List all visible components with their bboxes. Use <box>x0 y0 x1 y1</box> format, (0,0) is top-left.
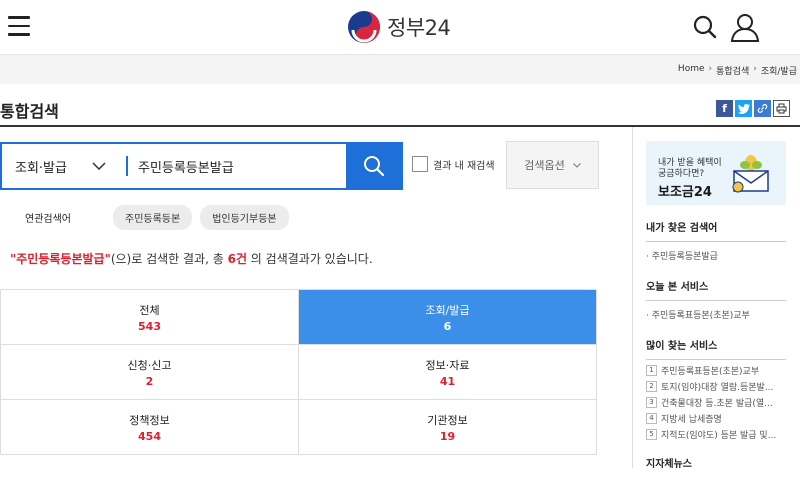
facebook-icon[interactable]: f <box>716 100 733 117</box>
summary-text: (으)로 검색한 결과, 총 <box>110 252 228 266</box>
category-count: 543 <box>138 319 161 333</box>
rank-badge: 3 <box>646 397 657 408</box>
category-name: 조회/발급 <box>425 303 470 317</box>
banner-title: 보조금24 <box>658 185 712 200</box>
category-count: 2 <box>145 374 154 388</box>
recheck-checkbox[interactable]: 결과 내 재검색 <box>412 156 495 172</box>
popular-service-item[interactable]: 1 주민등록표등본(초본)교부 <box>646 364 786 377</box>
share-buttons: f <box>716 100 790 117</box>
gift-envelope-icon <box>732 155 769 193</box>
popular-service-item[interactable]: 4 지방세 납세증명 <box>646 412 786 425</box>
category-application[interactable]: 신청·신고 2 <box>0 345 298 399</box>
breadcrumb-current[interactable]: 조회/발급 <box>761 64 797 77</box>
rank-badge: 4 <box>646 413 657 424</box>
popular-service-text: 토지(임야)대장 열람.등본발... <box>661 383 774 393</box>
breadcrumb-separator-icon: › <box>753 64 757 74</box>
chevron-down-icon <box>92 162 106 170</box>
category-count: 19 <box>439 429 456 443</box>
category-count: 41 <box>439 374 456 388</box>
breadcrumb: Home › 통합검색 › 조회/발급 <box>678 64 797 77</box>
breadcrumb-bar: Home › 통합검색 › 조회/발급 <box>0 54 800 84</box>
category-all[interactable]: 전체 543 <box>0 290 298 344</box>
logo-text: 정부24 <box>387 16 451 40</box>
popular-service-text: 주민등록표등본(초본)교부 <box>661 367 760 377</box>
recheck-label: 결과 내 재검색 <box>433 160 495 172</box>
summary-text: 의 검색결과가 있습니다. <box>246 252 373 266</box>
summary-query: "주민등록등본발급" <box>10 252 111 266</box>
search-icon[interactable] <box>693 15 717 39</box>
search-divider <box>126 156 128 176</box>
category-info-data[interactable]: 정보·자료 41 <box>298 345 597 399</box>
popular-service-text: 건축물대장 등.초본 발급(열... <box>661 399 773 409</box>
related-chip[interactable]: 주민등록등본 <box>113 205 193 230</box>
search-scope-select[interactable]: 조회·발급 <box>2 144 122 188</box>
related-searches: 연관검색어 주민등록등본 법인등기부등본 <box>25 205 297 230</box>
search-input[interactable]: 주민등록등본발급 <box>138 157 234 176</box>
search-options-label: 검색옵션 <box>524 159 565 172</box>
related-chip[interactable]: 법인등기부등본 <box>200 205 289 230</box>
category-grid: 전체 543 조회/발급 6 신청·신고 2 정보·자료 41 정책정보 454 <box>0 289 597 455</box>
popular-service-text: 지적도(임야도) 등본 발급 및... <box>661 431 777 441</box>
breadcrumb-home[interactable]: Home <box>678 64 705 77</box>
sidebar-divider <box>632 127 633 468</box>
category-policy[interactable]: 정책정보 454 <box>0 400 298 454</box>
search-icon <box>363 156 384 177</box>
chevron-down-icon <box>572 162 581 168</box>
popular-services-list: 1 주민등록표등본(초본)교부 2 토지(임야)대장 열람.등본발... 3 건… <box>646 364 786 441</box>
result-summary: "주민등록등본발급"(으)로 검색한 결과, 총 6건 의 검색결과가 있습니다… <box>10 250 373 267</box>
main-content: 조회·발급 주민등록등본발급 결과 내 재검색 검색옵션 연관검색어 주민등록등… <box>0 127 632 468</box>
category-count: 6 <box>443 319 452 333</box>
search-scope-value: 조회·발급 <box>15 160 67 176</box>
summary-count: 6건 <box>227 252 247 266</box>
category-row: 신청·신고 2 정보·자료 41 <box>0 345 597 400</box>
subsidy-banner[interactable]: 내가 받을 혜택이 궁금하다면? 보조금24 <box>646 141 786 205</box>
print-icon[interactable] <box>773 100 790 117</box>
taegeuk-logo-icon <box>348 11 380 43</box>
category-row: 전체 543 조회/발급 6 <box>0 290 597 345</box>
menu-icon[interactable] <box>8 16 30 36</box>
sidebar: 내가 받을 혜택이 궁금하다면? 보조금24 내가 찾은 검색어 · 주민등록등… <box>646 141 786 477</box>
rank-badge: 1 <box>646 365 657 376</box>
page-title: 통합검색 <box>0 102 59 121</box>
related-label: 연관검색어 <box>25 214 71 225</box>
category-inquiry-issue[interactable]: 조회/발급 6 <box>298 290 597 344</box>
local-news-title: 지자체뉴스 <box>646 459 692 470</box>
my-search-title: 내가 찾은 검색어 <box>646 219 786 242</box>
today-viewed-title: 오늘 본 서비스 <box>646 278 786 301</box>
rank-badge: 5 <box>646 429 657 440</box>
top-bar: 정부24 <box>0 0 800 54</box>
category-row: 정책정보 454 기관정보 19 <box>0 400 597 455</box>
user-icon[interactable] <box>730 12 760 42</box>
category-name: 정보·자료 <box>425 358 470 372</box>
breadcrumb-search[interactable]: 통합검색 <box>716 64 749 77</box>
popular-service-item[interactable]: 2 토지(임야)대장 열람.등본발... <box>646 380 786 393</box>
my-search-item[interactable]: · 주민등록등본발급 <box>646 249 786 262</box>
logo[interactable]: 정부24 <box>347 10 451 44</box>
category-name: 기관정보 <box>427 413 468 427</box>
twitter-icon[interactable] <box>735 100 752 117</box>
breadcrumb-separator-icon: › <box>708 64 713 74</box>
search-button[interactable] <box>346 144 401 188</box>
category-agency[interactable]: 기관정보 19 <box>298 400 597 454</box>
today-viewed-item[interactable]: · 주민등록표등본(초본)교부 <box>646 308 786 321</box>
rank-badge: 2 <box>646 381 657 392</box>
category-name: 전체 <box>139 303 160 317</box>
banner-line: 궁금하다면? <box>658 169 705 179</box>
popular-services-title: 많이 찾는 서비스 <box>646 337 786 360</box>
popular-service-item[interactable]: 5 지적도(임야도) 등본 발급 및... <box>646 428 786 441</box>
search-bar: 조회·발급 주민등록등본발급 <box>0 142 403 190</box>
popular-service-text: 지방세 납세증명 <box>661 415 722 425</box>
category-count: 454 <box>138 429 161 443</box>
popular-service-item[interactable]: 3 건축물대장 등.초본 발급(열... <box>646 396 786 409</box>
category-name: 정책정보 <box>129 413 170 427</box>
search-options-button[interactable]: 검색옵션 <box>506 141 599 189</box>
link-copy-icon[interactable] <box>754 100 771 117</box>
checkbox-icon[interactable] <box>412 156 428 172</box>
category-name: 신청·신고 <box>127 358 172 372</box>
